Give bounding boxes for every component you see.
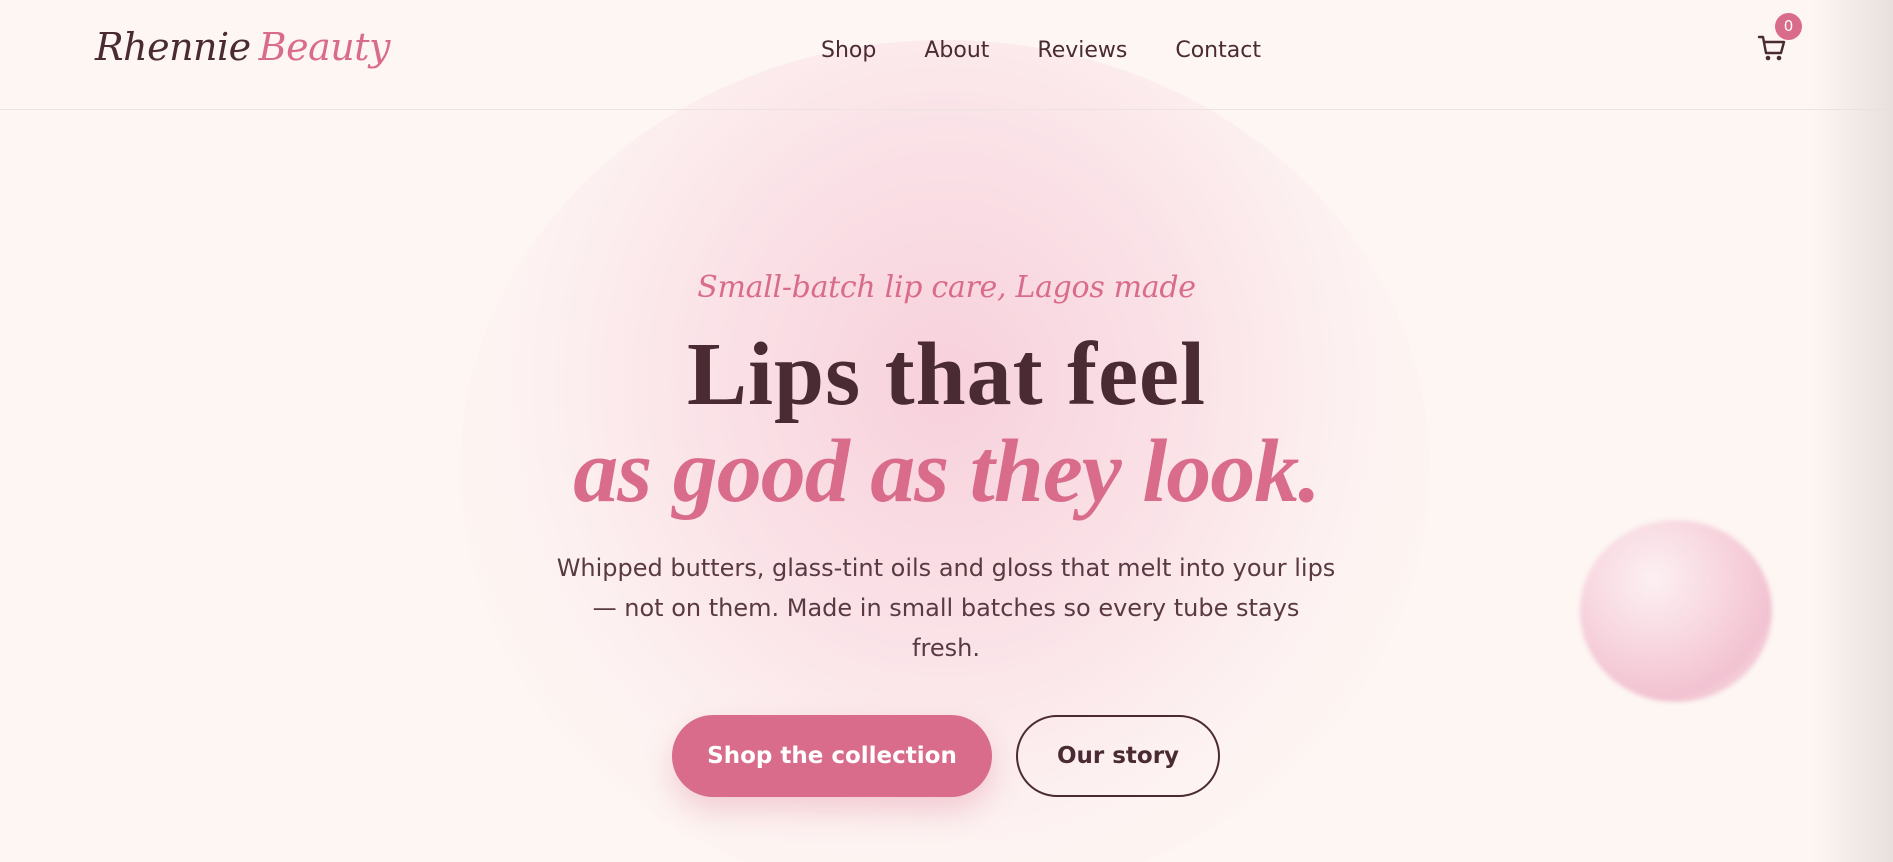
hero-headline-line-1: Lips that feel (687, 325, 1206, 424)
hero-headline-line-2: as good as they look. (573, 422, 1321, 521)
page: Rhennie Beauty Shop About Reviews Contact… (0, 0, 1893, 862)
our-story-button[interactable]: Our story (1016, 715, 1220, 797)
hero-tagline: Small-batch lip care, Lagos made (697, 270, 1196, 305)
shop-collection-button[interactable]: Shop the collection (672, 715, 992, 797)
hero-section: Small-batch lip care, Lagos made Lips th… (0, 0, 1893, 862)
hero-subcopy: Whipped butters, glass-tint oils and glo… (556, 554, 1336, 662)
